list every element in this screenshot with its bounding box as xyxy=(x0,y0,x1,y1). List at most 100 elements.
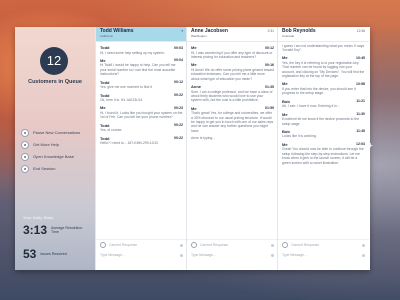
message: Todd 00:12 Yes, give me one moment to fin… xyxy=(100,80,183,90)
message-input[interactable]: Type Message... xyxy=(96,250,187,260)
chevron-icon xyxy=(362,243,365,247)
queue-count-badge: 12 xyxy=(40,47,68,75)
message-body: Excellent! let me know if the device pro… xyxy=(282,117,360,126)
stat-value: 3:13 xyxy=(23,223,48,237)
conversation-header[interactable]: Bob Reynolds Colorado 12:36 xyxy=(278,27,369,42)
chevron-down-icon[interactable]: ▾ xyxy=(181,29,183,33)
book-icon xyxy=(21,152,29,161)
message-input-placeholder: Type Message... xyxy=(282,253,307,257)
conversation-timer: 2:31 xyxy=(267,29,274,33)
message-list: Todd 00:03 Hi, I need some help setting u… xyxy=(96,42,187,146)
canned-response-label: Canned Response xyxy=(291,243,320,247)
message-body: Hello? I need to... 187-KMN-299-12/10 xyxy=(100,141,159,146)
menu-item-end-session[interactable]: End Session xyxy=(21,163,80,174)
message-time: 01:35 xyxy=(265,84,274,89)
menu-item-pause[interactable]: Pause New Conversations xyxy=(21,127,80,138)
message: Me 01:59 That's great! Yes, for college a… xyxy=(191,106,274,134)
message-sender: Me xyxy=(282,141,288,147)
message-sender: Me xyxy=(282,111,288,117)
canned-response-icon xyxy=(282,242,288,248)
canned-response-button[interactable]: Canned Response xyxy=(187,240,278,250)
conversation-column-anne[interactable]: Anne Jacobsen Washington 2:31 Me 00:12 Hi… xyxy=(186,27,278,270)
menu-item-help[interactable]: Get More Help xyxy=(21,139,80,150)
message-time: 00:03 xyxy=(174,45,183,50)
message-sender: Me xyxy=(100,105,106,111)
canned-response-icon xyxy=(191,242,197,248)
message-body: Ah, I see. I have it now. Entering it in… xyxy=(282,104,340,109)
message-body: Yes, the key it is referring to is your … xyxy=(282,60,365,79)
message: Me 00:04 Hi Todd! I would be happy to hel… xyxy=(100,58,183,77)
message-sender: Me xyxy=(191,45,197,50)
message-list: I guess I am not understanding what you … xyxy=(278,42,369,165)
message-input-placeholder: Type Message... xyxy=(191,253,216,257)
message-body: Sure. I am a college professor, and we h… xyxy=(191,89,273,103)
chat-app-window: 12 Customers in Queue Pause New Conversa… xyxy=(15,27,370,270)
message-sender: Bob xyxy=(282,98,290,104)
menu-item-label: Open Knowledge Base xyxy=(33,154,74,159)
conversation-column-bob[interactable]: Bob Reynolds Colorado 12:36 I guess I am… xyxy=(277,27,369,270)
message-body: If you enter that into the device, you s… xyxy=(282,86,356,96)
stats-title: Your Daily Stats xyxy=(23,215,54,220)
message-body: Hi Todd! I would be happy to help. Can y… xyxy=(100,63,176,77)
composer: Canned Response Type Message... xyxy=(187,239,278,270)
message-body: Hi Anne! We do offer some pricing plans … xyxy=(191,67,274,81)
message-time: 12:03 xyxy=(356,142,365,147)
composer: Canned Response Type Message... xyxy=(96,239,187,270)
message: Todd 00:03 Hi, I need some help setting u… xyxy=(100,45,183,55)
message-body: Yes, give me one moment to find it xyxy=(100,85,152,90)
message-time: 00:16 xyxy=(265,62,274,67)
chevron-icon xyxy=(180,243,183,247)
message: Todd 00:22 Hello? I need to... 187-KMN-29… xyxy=(100,136,183,146)
queue-label: Customers in Queue xyxy=(28,79,82,85)
message-input[interactable]: Type Message... xyxy=(278,250,369,260)
message-time: 10:58 xyxy=(356,81,365,86)
message-time: 00:22 xyxy=(174,136,183,141)
message: Me 00:16 Hi Anne! We do offer some pricin… xyxy=(191,62,274,81)
message-body: I guess I am not understanding what you … xyxy=(282,43,365,52)
message: Me 00:23 Hi, I found it. Looks like you b… xyxy=(100,105,183,119)
menu-item-label: Get More Help xyxy=(33,142,60,147)
send-icon[interactable] xyxy=(362,253,365,257)
chevron-icon xyxy=(271,243,274,247)
message-sender: Me xyxy=(191,62,197,68)
message: Me 11:30 Excellent! let me know if the de… xyxy=(282,112,365,126)
menu-item-label: End Session xyxy=(33,166,56,171)
message-body: Great! You should now be able to continu… xyxy=(282,147,364,165)
message-body: Hi, I found it. Looks like you bought yo… xyxy=(100,110,183,120)
canned-response-button[interactable]: Canned Response xyxy=(278,240,369,250)
conversation-column-todd[interactable]: Todd Williams California ▾ Todd 00:03 Hi,… xyxy=(95,27,187,270)
message-sender: Todd xyxy=(100,45,110,50)
conversation-header[interactable]: Todd Williams California ▾ xyxy=(96,27,187,42)
customer-location: Washington xyxy=(191,34,207,38)
message: Me 12:03 Great! You should now be able to… xyxy=(282,142,365,165)
message-sender: Todd xyxy=(100,135,110,141)
message: Me 10:58 If you enter that into the devic… xyxy=(282,81,365,95)
composer: Canned Response Type Message... xyxy=(278,239,369,270)
typing-indicator: Anne is typing... xyxy=(191,136,216,141)
message-time: 00:12 xyxy=(174,80,183,85)
message-body: Ok, here it is. It's 1AK23LS4 xyxy=(100,98,143,103)
message-time: 11:45 xyxy=(356,129,365,134)
message-time: 10:45 xyxy=(356,55,365,60)
message-body: Looks like it is working. xyxy=(282,134,317,139)
canned-response-button[interactable]: Canned Response xyxy=(96,240,187,250)
send-icon[interactable] xyxy=(180,253,183,257)
menu-item-knowledge-base[interactable]: Open Knowledge Base xyxy=(21,151,80,162)
message-sender: Me xyxy=(282,81,288,87)
message-time: 00:04 xyxy=(174,58,183,63)
message-body: That's great! Yes, for college and unive… xyxy=(191,111,274,133)
message: Anne 01:35 Sure. I am a college professor… xyxy=(191,84,274,103)
message-time: 00:22 xyxy=(174,93,183,98)
add-conversation-icon[interactable]: + xyxy=(368,141,373,150)
customer-location: Colorado xyxy=(282,34,295,38)
customer-location: California xyxy=(100,34,113,38)
message-body: Hi, I was wondering if you offer any typ… xyxy=(191,50,273,59)
message-time: 00:12 xyxy=(265,45,274,50)
message-body: Yes, of course. xyxy=(100,128,123,133)
message-input[interactable]: Type Message... xyxy=(187,250,278,260)
message-sender: Anne xyxy=(191,84,201,90)
send-icon[interactable] xyxy=(271,253,274,257)
message-time: 00:23 xyxy=(174,105,183,110)
conversation-header[interactable]: Anne Jacobsen Washington 2:31 xyxy=(187,27,278,42)
message-input-placeholder: Type Message... xyxy=(100,253,125,257)
